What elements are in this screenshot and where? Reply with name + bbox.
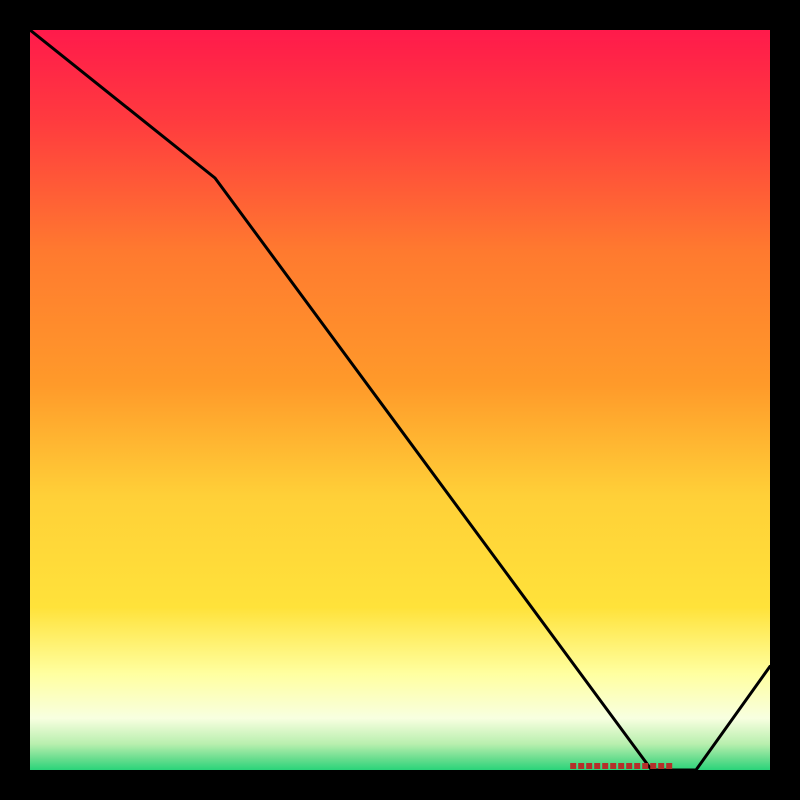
marker-segment [610, 763, 616, 769]
marker-segment [634, 763, 640, 769]
chart-stage: TheBottleneck.com [0, 0, 800, 800]
marker-segment [570, 763, 576, 769]
marker-segment [650, 763, 656, 769]
marker-segment [594, 763, 600, 769]
gradient-plot-area [30, 30, 770, 770]
marker-segment [642, 763, 648, 769]
marker-segment [602, 763, 608, 769]
marker-segment [618, 763, 624, 769]
marker-segment [658, 763, 664, 769]
marker-segment [626, 763, 632, 769]
bottleneck-chart [0, 0, 800, 800]
marker-segment [578, 763, 584, 769]
marker-segment [666, 763, 672, 769]
marker-segment [586, 763, 592, 769]
